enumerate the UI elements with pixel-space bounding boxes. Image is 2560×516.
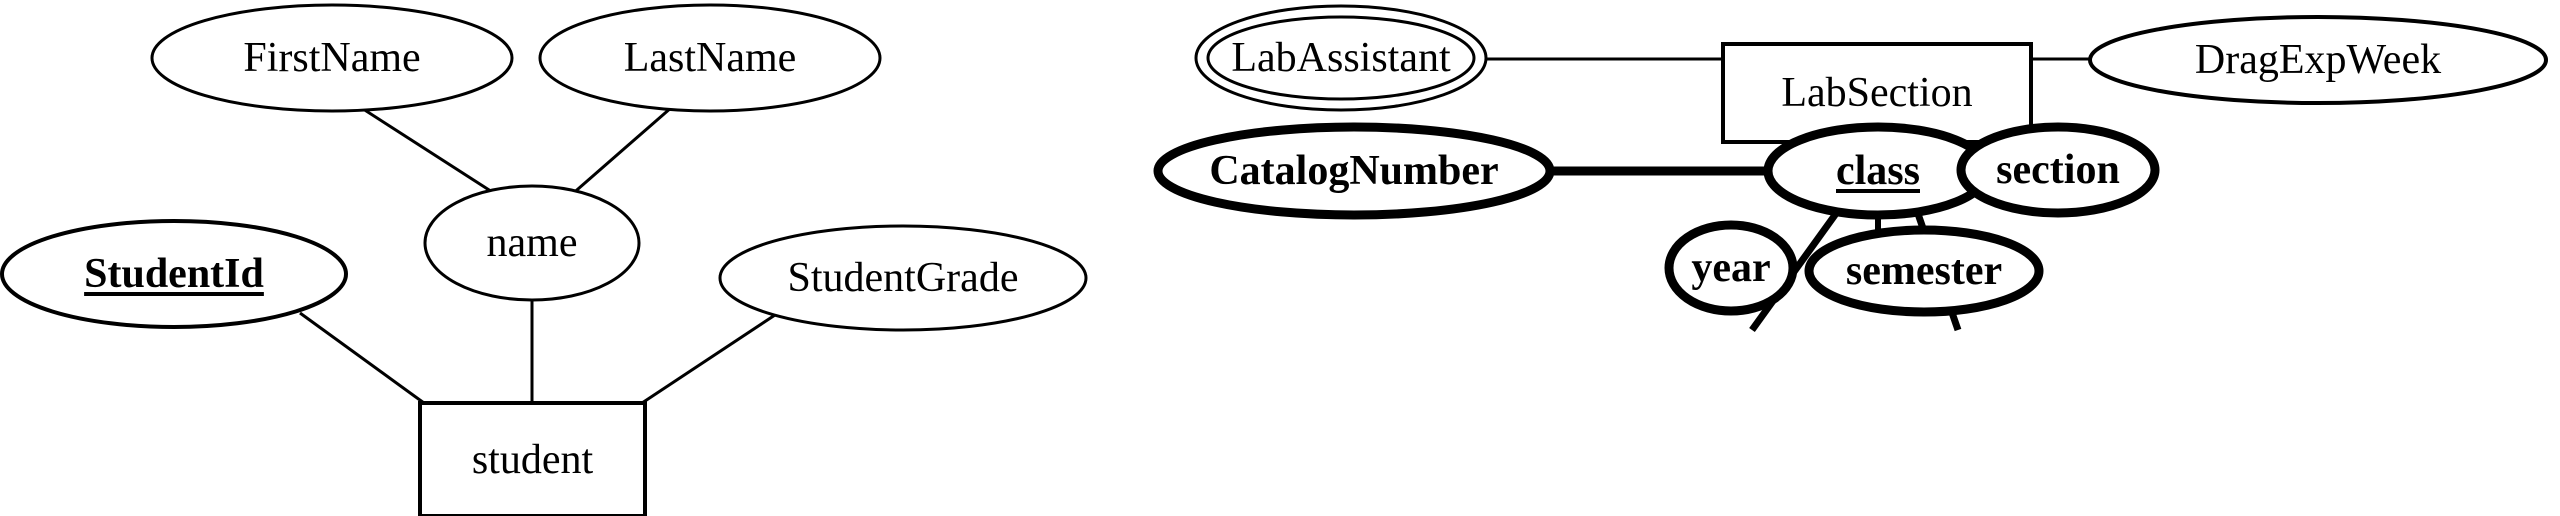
node-shape-section[interactable] [1956, 122, 2160, 218]
node-shape-lastname[interactable] [538, 3, 882, 113]
node-shape-labassistant[interactable] [1206, 15, 1476, 101]
er-diagram-shapes [0, 3, 2548, 516]
node-shape-catalognumber[interactable] [1153, 122, 1555, 220]
edge-studentid-student [299, 311, 425, 405]
node-shape-name[interactable] [423, 184, 641, 302]
edge-lastname-name [569, 105, 673, 198]
node-shape-firstname[interactable] [150, 3, 514, 113]
node-shape-class[interactable] [1763, 122, 1993, 220]
node-shape-semester[interactable] [1804, 225, 2044, 317]
edge-firstname-name [359, 105, 501, 199]
edge-studentgrade-student [641, 313, 776, 405]
node-shape-studentid[interactable] [0, 219, 348, 329]
node-shape-dragexpweek[interactable] [2088, 15, 2548, 105]
node-shape-student[interactable] [418, 401, 647, 516]
node-shape-studentgrade[interactable] [718, 224, 1088, 332]
node-shape-year[interactable] [1664, 220, 1798, 316]
er-group-class-group [1153, 4, 2548, 333]
er-group-student-group [0, 3, 1088, 516]
er-diagram-canvas: FirstName LastName name StudentId StudentGra… [0, 0, 2560, 516]
